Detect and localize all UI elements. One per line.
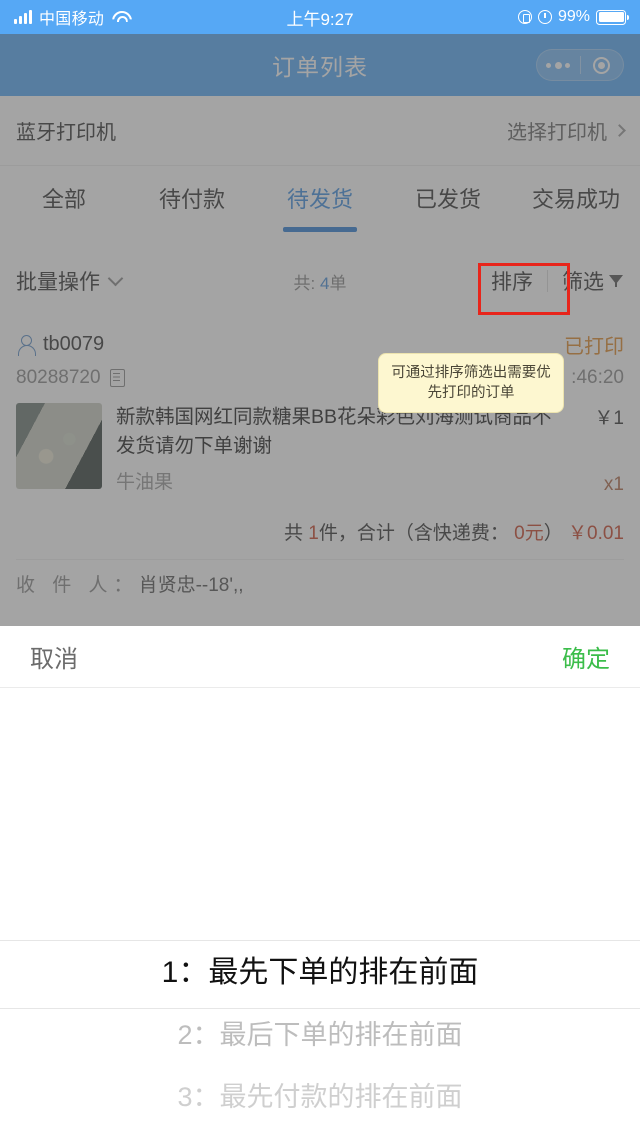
status-bar-left: 中国移动 [14,5,129,29]
alarm-clock-icon [537,10,552,24]
status-bar-right: 99% [517,8,629,26]
signal-bars-icon [14,10,32,24]
picker-selection-top-line [0,940,640,941]
picker-option-4[interactable]: 4：最后付款的排在前面 [0,1128,640,1138]
sort-option-picker[interactable]: 1：最先下单的排在前面 2：最后下单的排在前面 3：最先付款的排在前面 4：最后… [0,688,640,1138]
picker-option-1[interactable]: 1：最先下单的排在前面 [0,942,640,1004]
modal-dim-overlay[interactable] [0,34,640,626]
carrier-label: 中国移动 [39,11,105,28]
action-sheet-header: 取消 确定 [0,626,640,688]
picker-option-2[interactable]: 2：最后下单的排在前面 [0,1004,640,1066]
battery-percent-label: 99% [557,8,590,25]
status-bar: 中国移动 上午9:27 99% [0,0,640,34]
picker-option-list[interactable]: 1：最先下单的排在前面 2：最后下单的排在前面 3：最先付款的排在前面 4：最后… [0,942,640,1138]
sort-action-sheet: 取消 确定 1：最先下单的排在前面 2：最后下单的排在前面 3：最先付款的排在前… [0,626,640,1138]
wifi-icon [111,10,129,24]
picker-option-3[interactable]: 3：最先付款的排在前面 [0,1066,640,1128]
cancel-button[interactable]: 取消 [30,639,78,674]
battery-icon [596,9,629,25]
sort-tooltip: 可通过排序筛选出需要优先打印的订单 [378,353,564,413]
picker-selection-bottom-line [0,1008,640,1009]
confirm-button[interactable]: 确定 [562,639,610,674]
lock-rotation-icon [517,10,532,24]
